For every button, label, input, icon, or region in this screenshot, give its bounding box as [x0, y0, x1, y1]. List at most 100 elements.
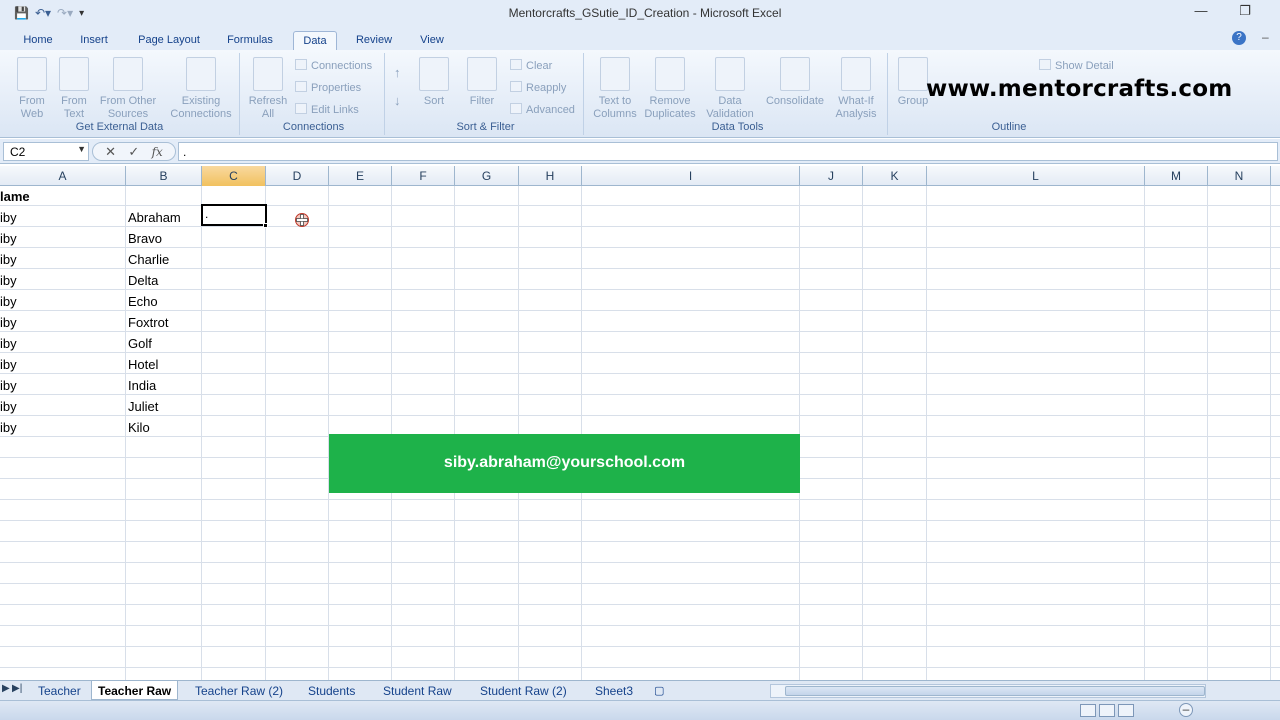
cell-a[interactable]: iby: [0, 291, 17, 311]
column-header-h[interactable]: H: [519, 166, 582, 186]
cell-a[interactable]: iby: [0, 207, 17, 227]
from-text-button[interactable]: From Text: [52, 57, 96, 121]
gridline: [0, 667, 1280, 668]
reapply-button[interactable]: Reapply: [510, 81, 566, 97]
sort-button[interactable]: Sort: [414, 57, 454, 108]
column-header-m[interactable]: M: [1145, 166, 1208, 186]
cell-a[interactable]: iby: [0, 249, 17, 269]
page-break-view-icon[interactable]: [1118, 704, 1134, 717]
cell-b[interactable]: Echo: [128, 291, 158, 311]
cell-b[interactable]: Kilo: [128, 417, 150, 437]
consolidate-button[interactable]: Consolidate: [762, 57, 828, 108]
cell-b[interactable]: India: [128, 375, 156, 395]
check-icon[interactable]: ✓: [128, 144, 139, 160]
column-header-n[interactable]: N: [1208, 166, 1271, 186]
gridline: [0, 583, 1280, 584]
cell-a[interactable]: iby: [0, 396, 17, 416]
ribbon-restore-icon[interactable]: –: [1262, 30, 1269, 44]
formula-input[interactable]: .: [178, 142, 1278, 161]
from-web-button[interactable]: From Web: [8, 57, 56, 121]
cell-b[interactable]: Bravo: [128, 228, 162, 248]
tab-home[interactable]: Home: [18, 31, 58, 50]
column-header-c[interactable]: C: [202, 166, 266, 186]
existing-connections-button[interactable]: Existing Connections: [166, 57, 236, 121]
cell-b[interactable]: Juliet: [128, 396, 158, 416]
gridline: [0, 226, 1280, 227]
zoom-out-icon[interactable]: –: [1179, 703, 1193, 717]
advanced-button[interactable]: Advanced: [510, 103, 575, 119]
sheet-tab-teacher-raw[interactable]: Teacher Raw: [91, 681, 179, 700]
worksheet-grid[interactable]: lame iby iby iby iby iby iby iby iby iby…: [0, 186, 1280, 680]
restore-icon[interactable]: ❐: [1232, 3, 1258, 23]
show-detail-icon: [1039, 59, 1051, 70]
tab-view[interactable]: View: [412, 31, 452, 50]
column-header-e[interactable]: E: [329, 166, 392, 186]
cell-a1[interactable]: lame: [0, 186, 30, 206]
cell-a[interactable]: iby: [0, 417, 17, 437]
remove-duplicates-button[interactable]: Remove Duplicates: [642, 57, 698, 121]
cell-a[interactable]: iby: [0, 228, 17, 248]
properties-button[interactable]: Properties: [295, 81, 361, 97]
tab-page-layout[interactable]: Page Layout: [132, 31, 206, 50]
tab-insert[interactable]: Insert: [74, 31, 114, 50]
column-header-d[interactable]: D: [266, 166, 329, 186]
chevron-down-icon[interactable]: ▼: [77, 144, 86, 154]
cell-b[interactable]: Foxtrot: [128, 312, 168, 332]
normal-view-icon[interactable]: [1080, 704, 1096, 717]
scrollbar-thumb[interactable]: [785, 686, 1205, 696]
help-icon[interactable]: ?: [1232, 31, 1246, 45]
cell-a[interactable]: iby: [0, 270, 17, 290]
column-header-l[interactable]: L: [927, 166, 1145, 186]
fill-handle[interactable]: [263, 223, 268, 228]
column-header-b[interactable]: B: [126, 166, 202, 186]
sort-descending-icon[interactable]: ↓: [394, 93, 401, 109]
column-header-j[interactable]: J: [800, 166, 863, 186]
active-cell-c2[interactable]: .: [201, 204, 267, 226]
data-validation-button[interactable]: Data Validation: [700, 57, 760, 121]
last-sheet-icon[interactable]: ▶|: [12, 683, 22, 694]
sort-ascending-icon[interactable]: ↑: [394, 65, 401, 81]
connections-button[interactable]: Connections: [295, 59, 372, 75]
cell-a[interactable]: iby: [0, 375, 17, 395]
cell-b[interactable]: Hotel: [128, 354, 158, 374]
from-other-sources-button[interactable]: From Other Sources: [96, 57, 160, 121]
cell-a[interactable]: iby: [0, 333, 17, 353]
column-header-f[interactable]: F: [392, 166, 455, 186]
refresh-all-button[interactable]: Refresh All: [245, 57, 291, 121]
insert-sheet-icon[interactable]: ▢: [654, 681, 664, 700]
sheet-tab-student-raw[interactable]: Student Raw: [383, 681, 452, 700]
minimize-icon[interactable]: —: [1188, 3, 1214, 23]
name-box[interactable]: C2 ▼: [3, 142, 89, 161]
sheet-tab-student-raw-2[interactable]: Student Raw (2): [480, 681, 567, 700]
sheet-tab-teacher[interactable]: Teacher: [38, 681, 81, 700]
horizontal-scrollbar[interactable]: [770, 684, 1206, 698]
column-header-a[interactable]: A: [0, 166, 126, 186]
what-if-icon: [841, 57, 871, 91]
what-if-analysis-button[interactable]: What-If Analysis: [828, 57, 884, 121]
cancel-icon[interactable]: ✕: [105, 144, 116, 160]
filter-button[interactable]: Filter: [460, 57, 504, 108]
sheet-tab-students[interactable]: Students: [308, 681, 355, 700]
tab-review[interactable]: Review: [350, 31, 398, 50]
tab-data[interactable]: Data: [293, 31, 337, 50]
page-layout-view-icon[interactable]: [1099, 704, 1115, 717]
cell-a[interactable]: iby: [0, 354, 17, 374]
column-header-k[interactable]: K: [863, 166, 927, 186]
sheet-tab-sheet3[interactable]: Sheet3: [595, 681, 633, 700]
cell-select-cursor-icon: [295, 213, 309, 227]
edit-links-button[interactable]: Edit Links: [295, 103, 359, 119]
column-header-g[interactable]: G: [455, 166, 519, 186]
text-to-columns-button[interactable]: Text to Columns: [590, 57, 640, 121]
clear-button[interactable]: Clear: [510, 59, 552, 75]
cell-b[interactable]: Golf: [128, 333, 152, 353]
show-detail-button[interactable]: Show Detail: [1039, 59, 1114, 75]
insert-function-icon[interactable]: fx: [152, 145, 163, 159]
cell-b[interactable]: Delta: [128, 270, 158, 290]
sheet-tab-teacher-raw-2[interactable]: Teacher Raw (2): [195, 681, 283, 700]
cell-a[interactable]: iby: [0, 312, 17, 332]
prev-sheet-icon[interactable]: ▶: [2, 683, 10, 694]
cell-b[interactable]: Charlie: [128, 249, 169, 269]
tab-formulas[interactable]: Formulas: [222, 31, 278, 50]
column-header-i[interactable]: I: [582, 166, 800, 186]
cell-b[interactable]: Abraham: [128, 207, 181, 227]
